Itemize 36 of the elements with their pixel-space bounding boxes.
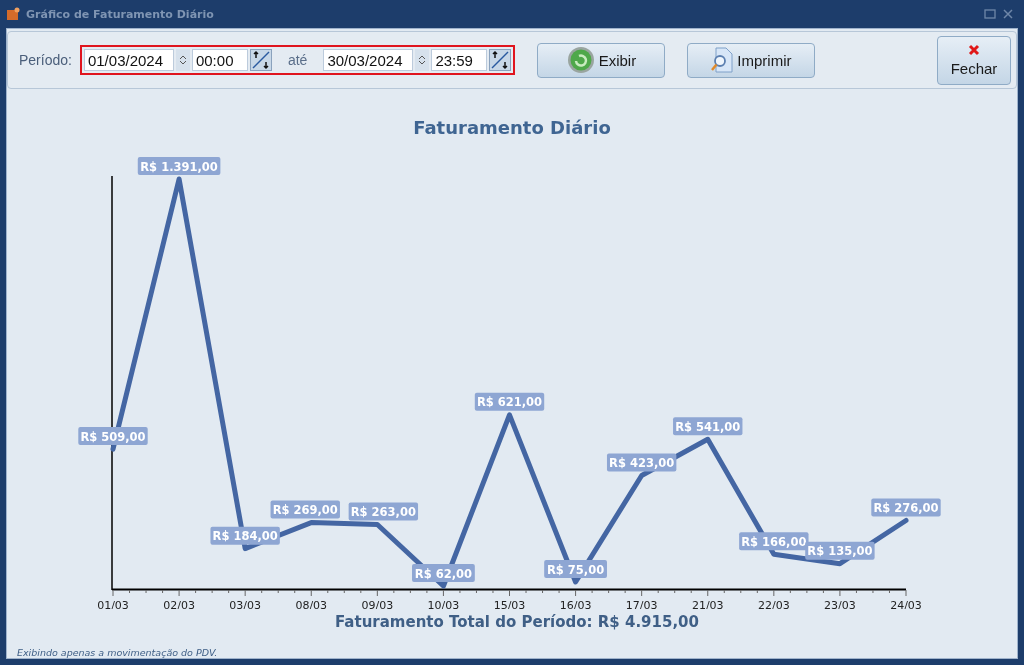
window-title: Gráfico de Faturamento Diário bbox=[26, 7, 215, 21]
close-icon bbox=[968, 43, 980, 56]
data-label: R$ 184,00 bbox=[210, 526, 280, 545]
start-date-field[interactable]: 01/03/2024 bbox=[83, 49, 174, 71]
period-label: Período: bbox=[19, 52, 72, 68]
close-icon[interactable] bbox=[1002, 8, 1014, 20]
document-search-icon bbox=[711, 47, 734, 73]
end-time-field[interactable]: 23:59 bbox=[431, 49, 488, 71]
data-label: R$ 135,00 bbox=[805, 541, 875, 560]
chart-title: Faturamento Diário bbox=[413, 117, 611, 138]
start-time-field[interactable]: 00:00 bbox=[191, 49, 248, 71]
end-date-field[interactable]: 30/03/2024 bbox=[323, 49, 414, 71]
data-label: R$ 166,00 bbox=[739, 532, 809, 551]
period-total: Faturamento Total do Período: R$ 4.915,00 bbox=[334, 613, 700, 631]
data-label: R$ 541,00 bbox=[673, 417, 743, 436]
until-label: até bbox=[286, 52, 309, 68]
footnote: Exibindo apenas a movimentação do PDV. bbox=[16, 646, 219, 658]
print-button[interactable]: Imprimir bbox=[687, 42, 816, 78]
maximize-icon[interactable] bbox=[984, 8, 996, 20]
data-label: R$ 423,00 bbox=[606, 453, 677, 472]
data-label: R$ 1.391,00 bbox=[137, 157, 221, 175]
show-button[interactable]: Exibir bbox=[537, 42, 666, 78]
data-label: R$ 263,00 bbox=[348, 502, 419, 521]
time-adjust-icon[interactable] bbox=[249, 49, 272, 71]
app-icon bbox=[6, 7, 20, 21]
close-button[interactable]: Fechar bbox=[937, 35, 1011, 85]
spin-icon[interactable] bbox=[175, 49, 190, 71]
data-label: R$ 62,00 bbox=[412, 564, 475, 582]
data-label: R$ 75,00 bbox=[544, 560, 607, 579]
refresh-icon bbox=[566, 46, 595, 74]
data-label: R$ 269,00 bbox=[270, 500, 340, 519]
spin-icon[interactable] bbox=[415, 49, 430, 71]
data-label: R$ 621,00 bbox=[474, 392, 545, 411]
data-label: R$ 509,00 bbox=[78, 427, 148, 446]
time-adjust-icon[interactable] bbox=[489, 49, 512, 71]
data-label: R$ 276,00 bbox=[871, 498, 941, 517]
